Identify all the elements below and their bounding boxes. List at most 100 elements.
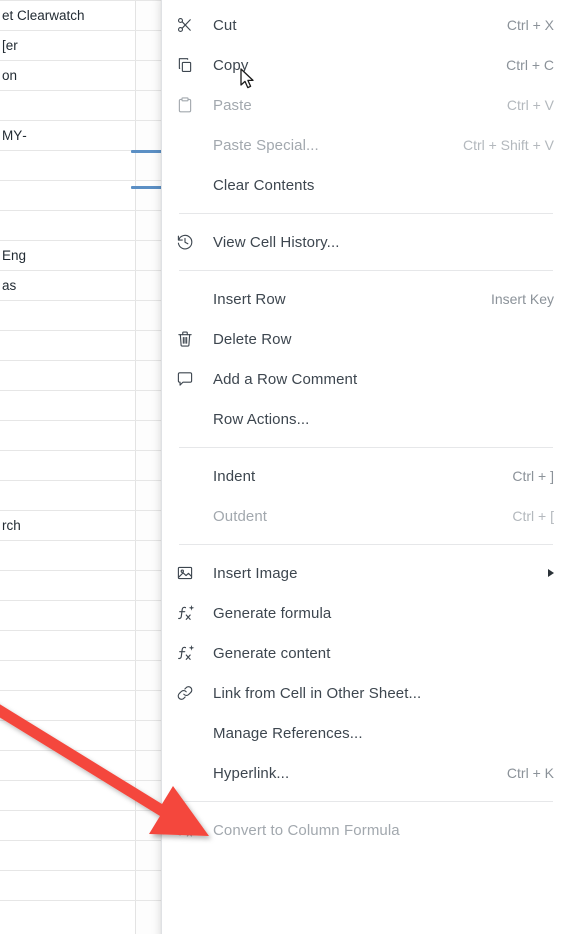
formula-sparkle-icon: [176, 641, 204, 665]
menu-item-hyperlink[interactable]: Hyperlink... Ctrl + K: [162, 753, 564, 793]
menu-item-label: Link from Cell in Other Sheet...: [213, 684, 422, 702]
formula-icon: [176, 818, 204, 842]
menu-item-generate-formula[interactable]: Generate formula: [162, 593, 564, 633]
history-icon: [176, 230, 204, 254]
menu-item-copy[interactable]: Copy Ctrl + C: [162, 45, 564, 85]
menu-item-label: Clear Contents: [213, 176, 315, 194]
no-icon: [176, 287, 204, 311]
trash-icon: [176, 327, 204, 351]
menu-item-shortcut: Ctrl + C: [506, 57, 554, 73]
spreadsheet-row-divider: [0, 450, 166, 451]
spreadsheet-row-divider: [0, 810, 166, 811]
menu-divider: [179, 213, 553, 214]
menu-item-label: View Cell History...: [213, 233, 340, 251]
menu-item-label: Hyperlink...: [213, 764, 290, 782]
menu-item-add-a-row-comment[interactable]: Add a Row Comment: [162, 359, 564, 399]
spreadsheet-row-divider: [0, 300, 166, 301]
spreadsheet-row-divider: [0, 690, 166, 691]
menu-item-label: Cut: [213, 16, 237, 34]
spreadsheet-row-divider: [0, 840, 166, 841]
spreadsheet-row-divider: [0, 480, 166, 481]
spreadsheet-row-divider: [0, 720, 166, 721]
spreadsheet-cell-text[interactable]: -MY: [0, 128, 136, 143]
spreadsheet-row-divider: [0, 330, 166, 331]
menu-item-label: Delete Row: [213, 330, 292, 348]
spreadsheet-row-divider: [0, 900, 166, 901]
spreadsheet-row-divider: [0, 180, 166, 181]
spreadsheet-cell-text[interactable]: rch: [0, 518, 136, 533]
spreadsheet-cell-text[interactable]: er]: [0, 38, 136, 53]
menu-divider: [179, 544, 553, 545]
menu-item-label: Manage References...: [213, 724, 363, 742]
menu-item-manage-references[interactable]: Manage References...: [162, 713, 564, 753]
spreadsheet-row-divider: [0, 780, 166, 781]
cell-context-menu[interactable]: Cut Ctrl + X Copy Ctrl + C Paste Ctrl + V Past…: [161, 0, 564, 934]
menu-item-label: Generate formula: [213, 604, 332, 622]
spreadsheet-cell-text[interactable]: et Clearwatch: [0, 8, 136, 23]
spreadsheet-row-divider: [0, 120, 166, 121]
menu-item-label: Add a Row Comment: [213, 370, 358, 388]
spreadsheet-row-divider: [0, 30, 166, 31]
menu-item-shortcut: Ctrl + V: [506, 97, 554, 113]
spreadsheet-row-divider: [0, 870, 166, 871]
menu-item-row-actions[interactable]: Row Actions...: [162, 399, 564, 439]
scissors-icon: [176, 13, 204, 37]
menu-item-label: Indent: [213, 467, 256, 485]
menu-item-label: Generate content: [213, 644, 331, 662]
menu-item-outdent: Outdent Ctrl + [: [162, 496, 564, 536]
spreadsheet-cell-text[interactable]: on: [0, 68, 136, 83]
spreadsheet-cell-text[interactable]: as: [0, 278, 136, 293]
menu-item-shortcut: Ctrl + Shift + V: [462, 137, 554, 153]
menu-item-label: Copy: [213, 56, 249, 74]
menu-item-label: Convert to Column Formula: [213, 821, 400, 839]
menu-item-convert-to-column-formula: Convert to Column Formula: [162, 810, 564, 850]
spreadsheet-row-divider: [0, 360, 166, 361]
spreadsheet-row-divider: [0, 60, 166, 61]
spreadsheet-row-divider: [0, 570, 166, 571]
menu-item-label: Insert Row: [213, 290, 286, 308]
menu-item-link-from-cell-in-other-sheet[interactable]: Link from Cell in Other Sheet...: [162, 673, 564, 713]
spreadsheet-row-divider: [0, 390, 166, 391]
no-icon: [176, 407, 204, 431]
spreadsheet-row-divider: [0, 210, 166, 211]
spreadsheet-row-divider: [0, 630, 166, 631]
menu-item-cut[interactable]: Cut Ctrl + X: [162, 5, 564, 45]
menu-item-shortcut: Ctrl + X: [506, 17, 554, 33]
formula-sparkle-icon: [176, 601, 204, 625]
menu-item-label: Outdent: [213, 507, 268, 525]
menu-item-generate-content[interactable]: Generate content: [162, 633, 564, 673]
menu-item-label: Insert Image: [213, 564, 298, 582]
spreadsheet-row-divider: [0, 660, 166, 661]
clipboard-icon: [176, 93, 204, 117]
spreadsheet-row-divider: [0, 420, 166, 421]
image-icon: [176, 561, 204, 585]
menu-item-clear-contents[interactable]: Clear Contents: [162, 165, 564, 205]
menu-item-view-cell-history[interactable]: View Cell History...: [162, 222, 564, 262]
menu-item-indent[interactable]: Indent Ctrl + ]: [162, 456, 564, 496]
menu-item-paste: Paste Ctrl + V: [162, 85, 564, 125]
no-icon: [176, 464, 204, 488]
spreadsheet-row-divider: [0, 0, 166, 1]
no-icon: [176, 761, 204, 785]
menu-item-label: Paste Special...: [213, 136, 319, 154]
menu-item-insert-image[interactable]: Insert Image: [162, 553, 564, 593]
menu-item-insert-row[interactable]: Insert Row Insert Key: [162, 279, 564, 319]
menu-divider: [179, 801, 553, 802]
spreadsheet-cell-text[interactable]: Eng: [0, 248, 136, 263]
spreadsheet-row-divider: [0, 600, 166, 601]
spreadsheet-row-divider: [0, 90, 166, 91]
menu-item-delete-row[interactable]: Delete Row: [162, 319, 564, 359]
menu-item-shortcut: Insert Key: [490, 291, 554, 307]
spreadsheet-row-divider: [0, 510, 166, 511]
copy-icon: [176, 53, 204, 77]
screenshot-root: et Clearwatch er] on -MY Eng as rch Cut Ctrl + …: [0, 0, 564, 934]
no-icon: [176, 721, 204, 745]
menu-item-shortcut: Ctrl + [: [512, 508, 554, 524]
spreadsheet-row-divider: [0, 540, 166, 541]
menu-item-label: Paste: [213, 96, 252, 114]
spreadsheet-row-divider: [0, 270, 166, 271]
link-icon: [176, 681, 204, 705]
no-icon: [176, 504, 204, 528]
menu-divider: [179, 270, 553, 271]
no-icon: [176, 173, 204, 197]
